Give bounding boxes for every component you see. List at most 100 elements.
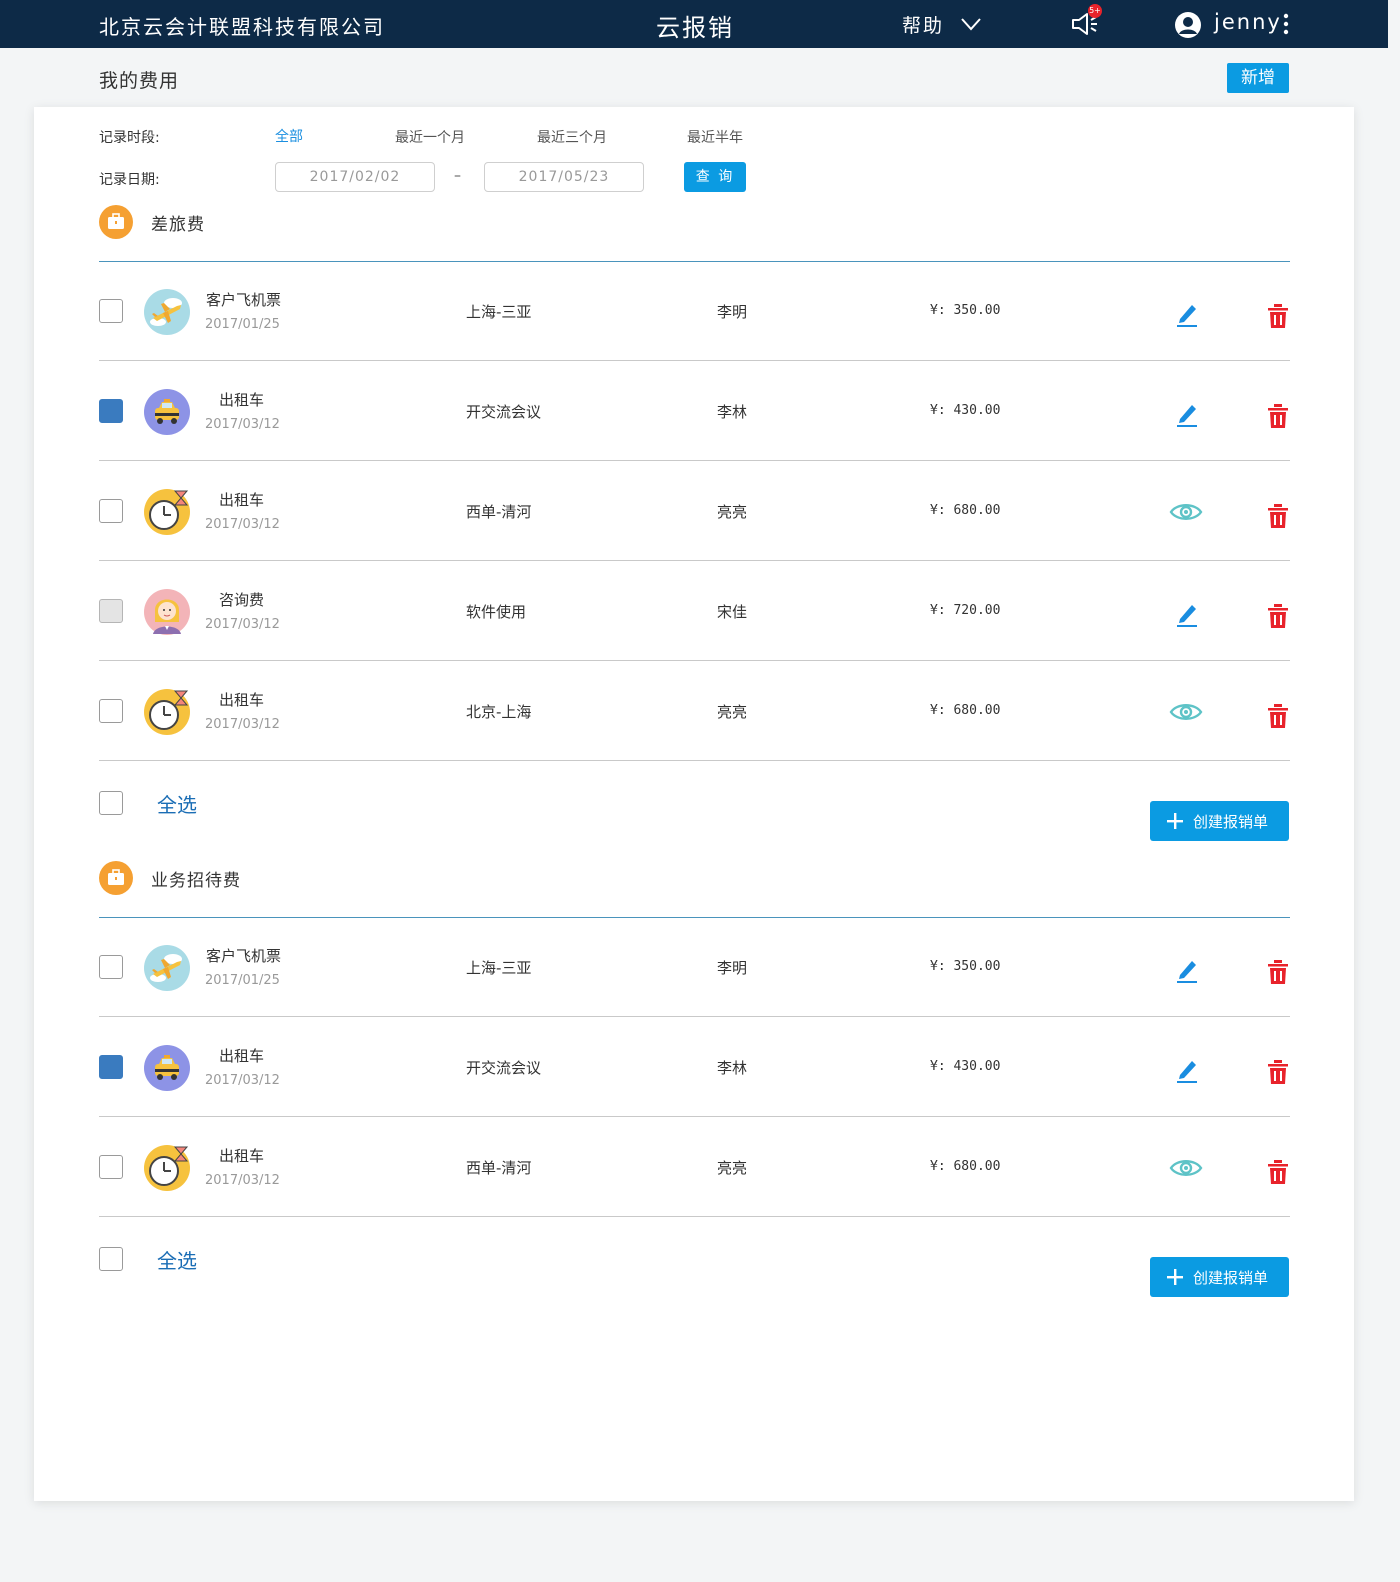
eye-icon[interactable] (1169, 1157, 1203, 1179)
expense-row[interactable]: 出租车 2017/03/12 开交流会议 李林 ¥: 430.00 (99, 361, 1290, 461)
expense-card: 记录时段: 全部 最近一个月 最近三个月 最近半年 记录日期: 2017/02/… (34, 107, 1354, 1501)
briefcase-icon (99, 205, 133, 239)
user-avatar-icon[interactable] (1174, 11, 1202, 39)
edit-icon[interactable] (1175, 401, 1199, 427)
expense-person: 李林 (717, 1059, 748, 1077)
clock-icon (143, 1144, 191, 1192)
expense-date: 2017/03/12 (205, 417, 280, 432)
expense-description: 西单-清河 (466, 1159, 532, 1177)
row-checkbox[interactable] (99, 499, 123, 523)
airplane-icon (143, 944, 191, 992)
expense-date: 2017/03/12 (205, 1073, 280, 1088)
row-checkbox[interactable] (99, 1155, 123, 1179)
row-checkbox[interactable] (99, 299, 123, 323)
delete-icon[interactable] (1267, 503, 1289, 529)
period-option-quarter[interactable]: 最近三个月 (537, 127, 607, 147)
eye-icon[interactable] (1169, 501, 1203, 523)
chevron-down-icon[interactable] (960, 14, 982, 34)
username[interactable]: jenny (1214, 10, 1282, 34)
expense-row[interactable]: 咨询费 2017/03/12 软件使用 宋佳 ¥: 720.00 (99, 561, 1290, 661)
date-from-input[interactable]: 2017/02/02 (275, 162, 435, 192)
delete-icon[interactable] (1267, 959, 1289, 985)
expense-date: 2017/01/25 (205, 317, 280, 332)
clock-icon (143, 488, 191, 536)
taxi-icon (143, 388, 191, 436)
row-checkbox[interactable] (99, 699, 123, 723)
edit-icon[interactable] (1175, 957, 1199, 983)
taxi-icon (143, 1044, 191, 1092)
row-checkbox[interactable] (99, 399, 123, 423)
expense-row[interactable]: 出租车 2017/03/12 北京-上海 亮亮 ¥: 680.00 (99, 661, 1290, 761)
expense-name: 出租车 (219, 391, 265, 409)
row-checkbox (99, 599, 123, 623)
expense-name: 客户飞机票 (206, 947, 282, 965)
expense-person: 宋佳 (717, 603, 748, 621)
top-bar: 北京云会计联盟科技有限公司 云报销 帮助 5+ jenny (0, 0, 1388, 48)
expense-description: 上海-三亚 (466, 303, 532, 321)
date-to-input[interactable]: 2017/05/23 (484, 162, 644, 192)
expense-row[interactable]: 客户飞机票 2017/01/25 上海-三亚 李明 ¥: 350.00 (99, 261, 1290, 361)
period-label: 记录时段: (99, 130, 160, 146)
eye-icon[interactable] (1169, 701, 1203, 723)
query-button[interactable]: 查 询 (684, 162, 746, 192)
delete-icon[interactable] (1267, 303, 1289, 329)
expense-description: 开交流会议 (466, 1059, 542, 1077)
create-report-button[interactable]: 创建报销单 (1150, 801, 1289, 841)
delete-icon[interactable] (1267, 1159, 1289, 1185)
expense-amount: ¥: 350.00 (930, 303, 1001, 318)
expense-row[interactable]: 出租车 2017/03/12 开交流会议 李林 ¥: 430.00 (99, 1017, 1290, 1117)
edit-icon[interactable] (1175, 1057, 1199, 1083)
edit-icon[interactable] (1175, 301, 1199, 327)
briefcase-icon (99, 861, 133, 895)
date-label: 记录日期: (99, 172, 160, 188)
expense-name: 出租车 (219, 1047, 265, 1065)
expense-name: 客户飞机票 (206, 291, 282, 309)
expense-date: 2017/03/12 (205, 617, 280, 632)
expense-name: 出租车 (219, 691, 265, 709)
expense-row[interactable]: 客户飞机票 2017/01/25 上海-三亚 李明 ¥: 350.00 (99, 917, 1290, 1017)
expense-amount: ¥: 680.00 (930, 503, 1001, 518)
expense-description: 开交流会议 (466, 403, 542, 421)
expense-person: 李明 (717, 303, 748, 321)
select-all-checkbox[interactable] (99, 1247, 123, 1271)
expense-amount: ¥: 350.00 (930, 959, 1001, 974)
expense-row[interactable]: 出租车 2017/03/12 西单-清河 亮亮 ¥: 680.00 (99, 1117, 1290, 1217)
notification-badge: 5+ (1088, 4, 1102, 18)
expense-date: 2017/03/12 (205, 1173, 280, 1188)
expense-name: 出租车 (219, 491, 265, 509)
expense-description: 软件使用 (466, 603, 527, 621)
delete-icon[interactable] (1267, 703, 1289, 729)
create-report-button[interactable]: 创建报销单 (1150, 1257, 1289, 1297)
create-report-label: 创建报销单 (1193, 1269, 1269, 1287)
delete-icon[interactable] (1267, 403, 1289, 429)
row-checkbox[interactable] (99, 1055, 123, 1079)
select-all-label[interactable]: 全选 (157, 1245, 197, 1274)
expense-description: 北京-上海 (466, 703, 532, 721)
expense-description: 上海-三亚 (466, 959, 532, 977)
expense-row[interactable]: 出租车 2017/03/12 西单-清河 亮亮 ¥: 680.00 (99, 461, 1290, 561)
expense-date: 2017/03/12 (205, 517, 280, 532)
edit-icon[interactable] (1175, 601, 1199, 627)
expense-description: 西单-清河 (466, 503, 532, 521)
app-title: 云报销 (656, 14, 734, 42)
expense-name: 出租车 (219, 1147, 265, 1165)
category-title: 差旅费 (151, 215, 205, 235)
delete-icon[interactable] (1267, 603, 1289, 629)
period-option-all[interactable]: 全部 (275, 126, 303, 146)
expense-person: 李明 (717, 959, 748, 977)
clock-icon (143, 688, 191, 736)
row-checkbox[interactable] (99, 955, 123, 979)
plus-icon (1166, 1268, 1184, 1286)
more-vertical-icon[interactable] (1281, 12, 1291, 36)
page-title: 我的费用 (99, 70, 180, 92)
help-menu[interactable]: 帮助 (902, 11, 944, 38)
select-all-checkbox[interactable] (99, 791, 123, 815)
delete-icon[interactable] (1267, 1059, 1289, 1085)
expense-person: 亮亮 (717, 703, 748, 721)
category-title: 业务招待费 (151, 871, 241, 891)
period-option-halfyear[interactable]: 最近半年 (687, 127, 743, 147)
period-option-month[interactable]: 最近一个月 (395, 127, 465, 147)
add-button[interactable]: 新增 (1227, 63, 1289, 93)
select-all-label[interactable]: 全选 (157, 789, 197, 818)
expense-amount: ¥: 680.00 (930, 703, 1001, 718)
